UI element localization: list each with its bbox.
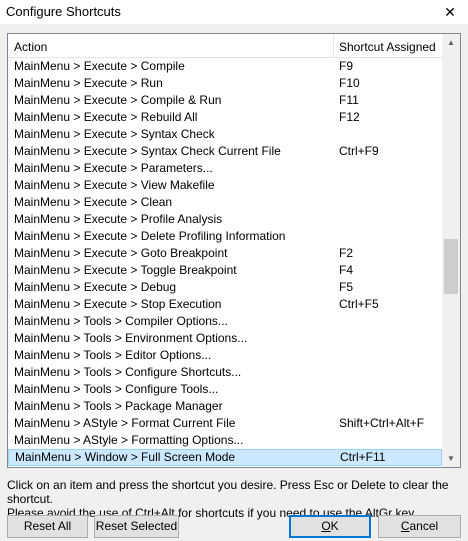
column-header-action[interactable]: Action [14,40,47,54]
list-item[interactable]: MainMenu > Execute > View Makefile [8,177,442,194]
shortcut-cell: F11 [339,93,359,107]
action-cell: MainMenu > Execute > Profile Analysis [14,212,223,226]
chevron-up-icon[interactable]: ▲ [442,34,460,51]
list-item[interactable]: MainMenu > AStyle > Format Current File S… [8,415,442,432]
action-cell: MainMenu > Execute > Run [14,76,163,90]
action-cell: MainMenu > Execute > Compile [14,59,185,73]
action-cell: MainMenu > Execute > Stop Execution [14,297,222,311]
list-item[interactable]: MainMenu > Tools > Package Manager [8,398,442,415]
action-cell: MainMenu > Window > Full Screen Mode [15,450,236,464]
shortcut-cell: F10 [339,76,360,90]
list-item[interactable]: MainMenu > Execute > Stop Execution Ctrl+… [8,296,442,313]
list-item[interactable]: MainMenu > Execute > Syntax Check Curren… [8,143,442,160]
shortcut-cell: F4 [339,263,354,277]
column-header-shortcut[interactable]: Shortcut Assigned [339,40,436,54]
action-cell: MainMenu > Tools > Configure Tools... [14,382,219,396]
list-item[interactable]: MainMenu > Execute > Profile Analysis [8,211,442,228]
chevron-down-icon[interactable]: ▼ [442,450,460,467]
cancel-label-rest: ancel [409,519,439,533]
shortcuts-list[interactable]: Action Shortcut Assigned MainMenu > Exec… [7,33,461,468]
shortcut-cell: Ctrl+F11 [340,450,386,464]
action-cell: MainMenu > Execute > Clean [14,195,173,209]
column-separator[interactable] [333,34,334,58]
action-cell: MainMenu > Tools > Configure Shortcuts..… [14,365,242,379]
action-cell: MainMenu > AStyle > Format Current File [14,416,236,430]
list-item[interactable]: MainMenu > Execute > Parameters... [8,160,442,177]
list-item[interactable]: MainMenu > Execute > Debug F5 [8,279,442,296]
shortcut-cell: Shift+Ctrl+Alt+F [339,416,425,430]
list-item[interactable]: MainMenu > Tools > Configure Shortcuts..… [8,364,442,381]
scrollbar-thumb[interactable] [444,238,458,295]
shortcut-cell: F12 [339,110,360,124]
shortcut-cell: Ctrl+F9 [339,144,379,158]
action-cell: MainMenu > Tools > Editor Options... [14,348,212,362]
list-item[interactable]: MainMenu > Execute > Delete Profiling In… [8,228,442,245]
list-item[interactable]: MainMenu > Execute > Compile F9 [8,58,442,75]
action-cell: MainMenu > Execute > Rebuild All [14,110,198,124]
list-item[interactable]: MainMenu > Execute > Toggle Breakpoint F4 [8,262,442,279]
reset-selected-button[interactable]: Reset Selected [94,515,179,538]
ok-label-rest: K [330,519,339,533]
action-cell: MainMenu > Tools > Environment Options..… [14,331,248,345]
window-title: Configure Shortcuts [6,4,121,19]
action-cell: MainMenu > Execute > Compile & Run [14,93,222,107]
action-cell: MainMenu > Execute > Debug [14,280,177,294]
action-cell: MainMenu > AStyle > Formatting Options..… [14,433,244,447]
help-line-1: Click on an item and press the shortcut … [7,478,449,506]
list-item[interactable]: MainMenu > AStyle > Formatting Options..… [8,432,442,449]
shortcut-cell: Ctrl+F5 [339,297,379,311]
list-item[interactable]: MainMenu > Tools > Environment Options..… [8,330,442,347]
shortcut-cell: F9 [339,59,354,73]
shortcut-cell: F5 [339,280,354,294]
help-text: Click on an item and press the shortcut … [7,478,462,520]
action-cell: MainMenu > Tools > Package Manager [14,399,223,413]
list-item[interactable]: MainMenu > Execute > Clean [8,194,442,211]
list-item[interactable]: MainMenu > Execute > Goto Breakpoint F2 [8,245,442,262]
action-cell: MainMenu > Execute > Goto Breakpoint [14,246,228,260]
action-cell: MainMenu > Execute > Toggle Breakpoint [14,263,237,277]
list-item[interactable]: MainMenu > Tools > Editor Options... [8,347,442,364]
reset-all-button[interactable]: Reset All [7,515,88,538]
action-cell: MainMenu > Execute > Delete Profiling In… [14,229,286,243]
list-item[interactable]: MainMenu > Execute > Run F10 [8,75,442,92]
vertical-scrollbar[interactable]: ▲ ▼ [442,34,460,467]
title-bar: Configure Shortcuts ✕ [0,0,468,24]
cancel-button[interactable]: Cancel [378,515,461,538]
list-header: Action Shortcut Assigned [8,34,442,58]
action-cell: MainMenu > Execute > Syntax Check [14,127,215,141]
list-item[interactable]: MainMenu > Window > Full Screen Mode Ctrl… [8,449,442,466]
list-rows: MainMenu > Execute > Compile F9 MainMenu >… [8,58,442,466]
ok-button[interactable]: OK [289,515,371,538]
list-item[interactable]: MainMenu > Tools > Configure Tools... [8,381,442,398]
action-cell: MainMenu > Execute > View Makefile [14,178,215,192]
list-item[interactable]: MainMenu > Execute > Compile & Run F11 [8,92,442,109]
action-cell: MainMenu > Execute > Parameters... [14,161,213,175]
list-item[interactable]: MainMenu > Execute > Rebuild All F12 [8,109,442,126]
list-item[interactable]: MainMenu > Execute > Syntax Check [8,126,442,143]
ok-mnemonic: O [321,519,331,533]
list-item[interactable]: MainMenu > Tools > Compiler Options... [8,313,442,330]
close-icon[interactable]: ✕ [432,0,468,24]
action-cell: MainMenu > Tools > Compiler Options... [14,314,228,328]
shortcut-cell: F2 [339,246,354,260]
action-cell: MainMenu > Execute > Syntax Check Curren… [14,144,281,158]
